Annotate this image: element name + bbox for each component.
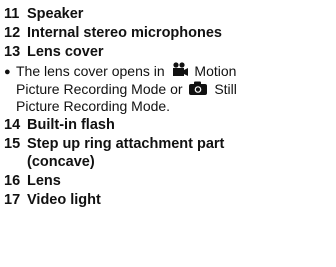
item-label: Built-in flash — [27, 117, 115, 133]
note-text-1b: Motion — [194, 63, 237, 79]
list-item-17: 17 Video light — [4, 192, 101, 209]
item-label: Speaker — [27, 6, 84, 22]
motion-picture-mode-icon — [171, 62, 189, 82]
item-number: 13 — [4, 44, 21, 60]
item-label: Step up ring attachment part — [27, 136, 225, 152]
still-picture-mode-icon — [188, 80, 208, 100]
list-item-13: 13 Lens cover — [4, 44, 104, 61]
list-item-15-continued: (concave) — [4, 154, 95, 171]
note-text-3: Picture Recording Mode. — [16, 98, 171, 114]
note-text-2b: Still — [214, 81, 237, 97]
item-number: 16 — [4, 173, 21, 189]
lens-cover-note-line-3: Picture Recording Mode. — [16, 98, 170, 115]
item-label: Video light — [27, 192, 101, 208]
item-label: Lens — [27, 173, 61, 189]
item-number: 15 — [4, 136, 21, 152]
item-number: 17 — [4, 192, 21, 208]
bullet-icon: ● — [4, 66, 11, 78]
list-item-15: 15 Step up ring attachment part — [4, 136, 224, 153]
manual-parts-list: 11 Speaker 12 Internal stereo microphones … — [0, 0, 336, 267]
item-label: Internal stereo microphones — [27, 25, 222, 41]
list-item-14: 14 Built-in flash — [4, 117, 115, 134]
item-number: 14 — [4, 117, 21, 133]
item-number: 11 — [4, 6, 20, 22]
list-item-12: 12 Internal stereo microphones — [4, 25, 222, 42]
lens-cover-note-line-1: ● The lens cover opens in Motion — [4, 62, 236, 82]
note-text-1a: The lens cover opens in — [16, 63, 165, 79]
item-label: Lens cover — [27, 44, 104, 60]
item-number: 12 — [4, 25, 21, 41]
lens-cover-note-line-2: Picture Recording Mode or Still — [16, 80, 237, 100]
list-item-11: 11 Speaker — [4, 6, 83, 23]
note-text-2a: Picture Recording Mode or — [16, 81, 183, 97]
item-label-continued: (concave) — [27, 154, 95, 170]
list-item-16: 16 Lens — [4, 173, 61, 190]
